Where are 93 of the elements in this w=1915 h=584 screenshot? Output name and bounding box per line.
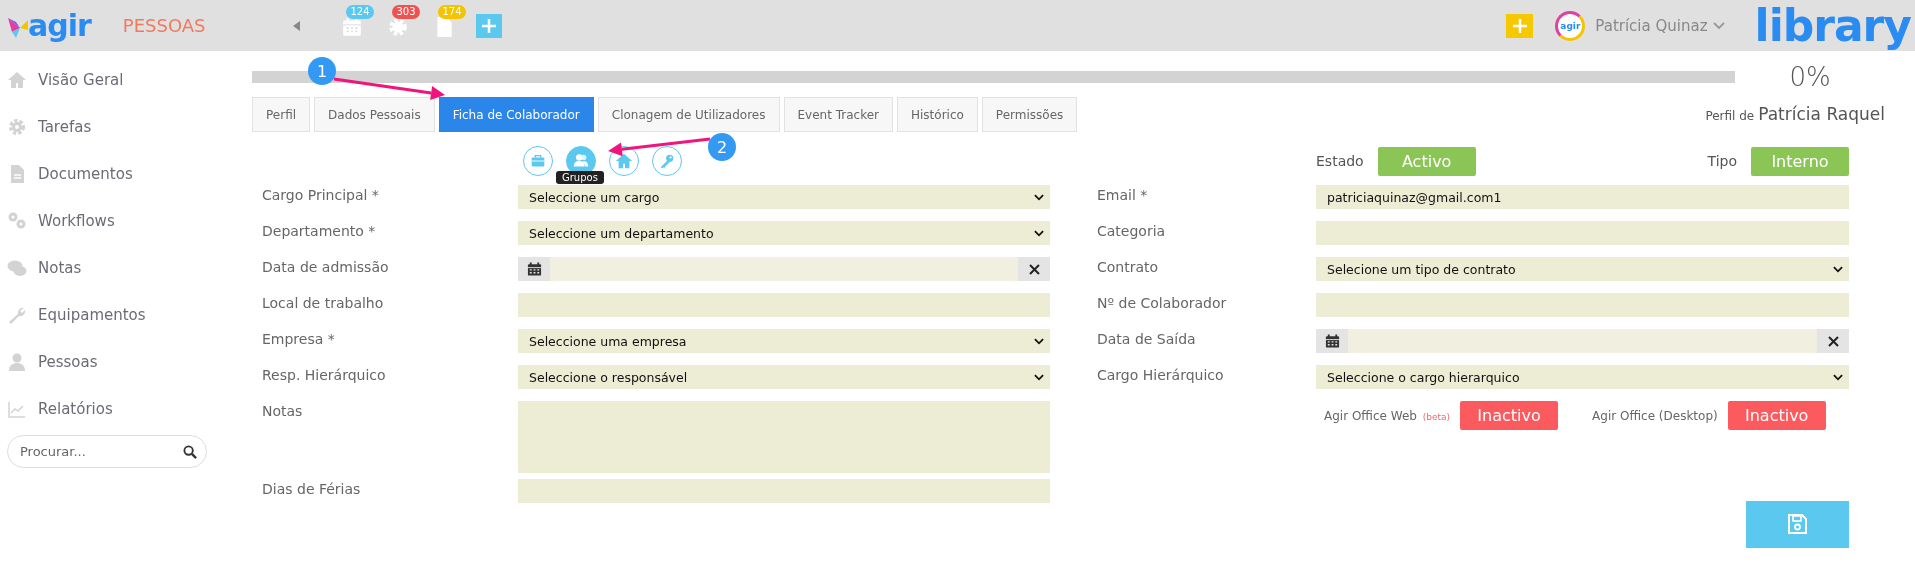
office-label: Agir Office Web (beta)	[1324, 408, 1451, 423]
chevron-icon	[1034, 193, 1044, 201]
search-icon	[183, 445, 197, 459]
field-label: Data de admissão	[262, 258, 390, 277]
select-field[interactable]: Seleccione uma empresa	[518, 329, 1050, 353]
tab[interactable]: Permissões	[981, 97, 1078, 132]
save-button[interactable]	[1746, 501, 1849, 548]
key-icon	[658, 152, 676, 170]
add-button[interactable]	[476, 13, 503, 38]
field-label: Nº de Colaborador	[1097, 294, 1228, 313]
sidebar-item[interactable]: Notas	[0, 244, 240, 291]
home-icon	[615, 152, 633, 170]
field-label: Cargo Principal *	[262, 186, 380, 205]
tab[interactable]: Clonagem de Utilizadores	[597, 97, 780, 132]
chevron-icon	[1833, 265, 1843, 273]
select-field[interactable]: Seleccione um departamento	[518, 221, 1050, 245]
status-toggle[interactable]: Inactivo	[1727, 401, 1826, 430]
sidebar-item[interactable]: Workflows	[0, 197, 240, 244]
input-field[interactable]	[1316, 293, 1849, 317]
select-field[interactable]: Seleccione o responsável	[518, 365, 1050, 389]
field-label: Email *	[1097, 186, 1149, 205]
tab[interactable]: Perfil	[252, 97, 311, 132]
field-label: Cargo Hierárquico	[1097, 366, 1225, 385]
sidebar-item[interactable]: Visão Geral	[0, 56, 240, 103]
clear-button[interactable]	[1018, 257, 1050, 281]
input-field[interactable]: patriciaquinaz@gmail.com1	[1316, 185, 1849, 209]
status-label: Estado	[1316, 153, 1364, 169]
chevron-icon	[1712, 21, 1725, 30]
field-label: Contrato	[1097, 258, 1160, 277]
field-label: Local de trabalho	[262, 294, 385, 313]
chevron-icon	[1034, 337, 1044, 345]
close-icon	[1827, 335, 1839, 347]
avatar[interactable]: agir	[1555, 10, 1586, 41]
field-label: Empresa *	[262, 330, 336, 349]
plus-icon	[481, 17, 498, 34]
calendar-button[interactable]	[1316, 329, 1348, 353]
status-label: Tipo	[1707, 153, 1737, 169]
tab[interactable]: Dados Pessoais	[314, 97, 435, 132]
profile-prefix: Perfil de	[1705, 108, 1755, 123]
date-field[interactable]	[518, 257, 1050, 281]
tab[interactable]: Event Tracker	[783, 97, 893, 132]
count-badge: 303	[392, 4, 420, 19]
plus-icon	[1511, 17, 1528, 34]
person-icon	[7, 351, 27, 372]
calendar-button[interactable]	[518, 257, 550, 281]
gear-icon	[7, 116, 27, 137]
field-label: Data de Saída	[1097, 330, 1197, 349]
brand-logo: library	[1754, 3, 1911, 48]
select-field[interactable]: Selecione um tipo de contrato	[1316, 257, 1849, 281]
step-marker: 2	[708, 133, 736, 161]
field-label: Resp. Hierárquico	[262, 366, 387, 385]
calendar-icon	[341, 15, 364, 38]
hover-tooltip: Grupos	[556, 171, 604, 184]
profile-name: Patrícia Raquel	[1758, 103, 1885, 124]
save-icon	[1787, 514, 1808, 535]
input-field[interactable]	[518, 293, 1050, 317]
status-toggle[interactable]: Inactivo	[1460, 401, 1559, 430]
sidebar-item[interactable]: Pessoas	[0, 338, 240, 385]
input-field[interactable]	[518, 479, 1050, 503]
app-title: PESSOAS	[122, 15, 206, 36]
field-label: Dias de Férias	[262, 480, 362, 499]
logo-text: agir	[28, 9, 91, 42]
sidebar-item[interactable]: Tarefas	[0, 103, 240, 150]
date-field[interactable]	[1316, 329, 1849, 353]
progress-percent: 0%	[1788, 62, 1832, 92]
tab[interactable]: Histórico	[897, 97, 978, 132]
tab[interactable]: Ficha de Colaborador	[438, 97, 594, 132]
field-label: Categoria	[1097, 222, 1167, 241]
input-field[interactable]	[1316, 221, 1849, 245]
search-field[interactable]: Procurar...	[7, 435, 207, 468]
sidebar-item[interactable]: Equipamentos	[0, 291, 240, 338]
chevron-icon	[1034, 373, 1044, 381]
count-badge: 124	[346, 4, 374, 19]
caret-icon[interactable]	[293, 20, 301, 31]
gears-icon	[7, 210, 27, 231]
calendar-icon	[526, 261, 542, 277]
close-icon	[1028, 263, 1040, 275]
chevron-icon	[1034, 229, 1044, 237]
step-marker: 1	[308, 57, 336, 85]
clear-button[interactable]	[1817, 329, 1849, 353]
chevron-icon	[1833, 373, 1843, 381]
select-field[interactable]: Seleccione um cargo	[518, 185, 1050, 209]
sidebar-item[interactable]: Relatórios	[0, 385, 240, 432]
office-label: Agir Office (Desktop)	[1592, 408, 1718, 423]
select-field[interactable]: Seleccione o cargo hierarquico	[1316, 365, 1849, 389]
notes-field[interactable]	[518, 401, 1050, 473]
home-icon	[7, 69, 27, 90]
sidebar-item[interactable]: Documentos	[0, 150, 240, 197]
calendar-icon	[1324, 333, 1340, 349]
field-label: Notas	[262, 402, 304, 421]
field-label: Departamento *	[262, 222, 377, 241]
count-badge: 174	[438, 4, 466, 19]
add-button[interactable]	[1506, 13, 1534, 38]
